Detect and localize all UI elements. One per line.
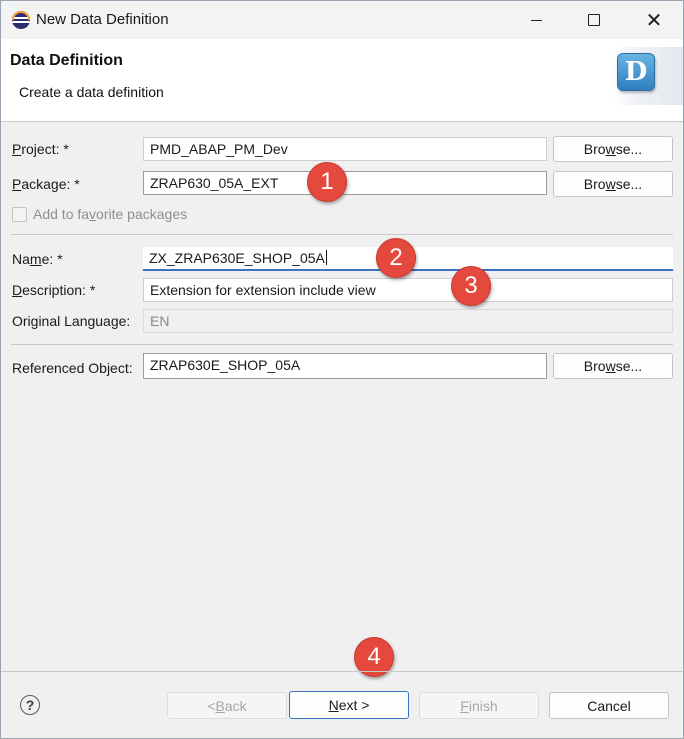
window-title: New Data Definition (36, 11, 169, 28)
description-input[interactable]: Extension for extension include view (143, 278, 673, 302)
minimize-icon (530, 19, 542, 21)
footer-separator (1, 671, 683, 672)
separator (11, 344, 673, 345)
banner-subtitle: Create a data definition (19, 84, 164, 100)
cancel-button[interactable]: Cancel (549, 692, 669, 719)
description-label: Description: * (12, 282, 96, 298)
banner-icon-area: D (611, 47, 683, 105)
step-marker-2: 2 (376, 238, 416, 278)
add-to-favorites-row[interactable]: Add to favorite packages (12, 206, 187, 222)
finish-button[interactable]: Finish (419, 692, 539, 719)
close-button[interactable]: ✕ (625, 1, 683, 39)
data-definition-icon: D (617, 53, 655, 91)
package-browse-button[interactable]: Bro w se... (553, 171, 673, 197)
referenced-object-label: Referenced Object: (12, 360, 133, 376)
text-caret (325, 250, 327, 265)
dialog-window: New Data Definition ✕ Data Definition Cr… (0, 0, 684, 739)
project-label: Project: * (12, 141, 69, 157)
project-browse-button[interactable]: Bro w se... (553, 136, 673, 162)
step-marker-1: 1 (307, 162, 347, 202)
maximize-button[interactable] (565, 1, 623, 39)
help-icon[interactable]: ? (20, 695, 40, 715)
referenced-object-field[interactable]: ZRAP630E_SHOP_05A (143, 353, 547, 379)
eclipse-app-icon (12, 11, 30, 29)
add-to-favorites-checkbox[interactable] (12, 206, 27, 222)
referenced-object-browse-button[interactable]: Bro w se... (553, 353, 673, 379)
original-language-field: EN (143, 309, 673, 333)
wizard-banner: Data Definition Create a data definition… (1, 39, 683, 122)
title-bar: New Data Definition ✕ (1, 1, 683, 39)
original-language-label: Original Language: (12, 313, 131, 329)
project-field[interactable]: PMD_ABAP_PM_Dev (143, 137, 547, 161)
separator (11, 234, 673, 235)
next-button[interactable]: Next > (289, 691, 409, 719)
maximize-icon (588, 14, 600, 26)
package-label: Package: * (12, 176, 80, 192)
minimize-button[interactable] (507, 1, 565, 39)
close-icon: ✕ (645, 8, 663, 32)
add-to-favorites-label: Add to favorite packages (33, 206, 188, 222)
banner-title: Data Definition (10, 52, 123, 69)
back-button[interactable]: < Back (167, 692, 287, 719)
name-label: Name: * (12, 251, 63, 267)
step-marker-3: 3 (451, 266, 491, 306)
